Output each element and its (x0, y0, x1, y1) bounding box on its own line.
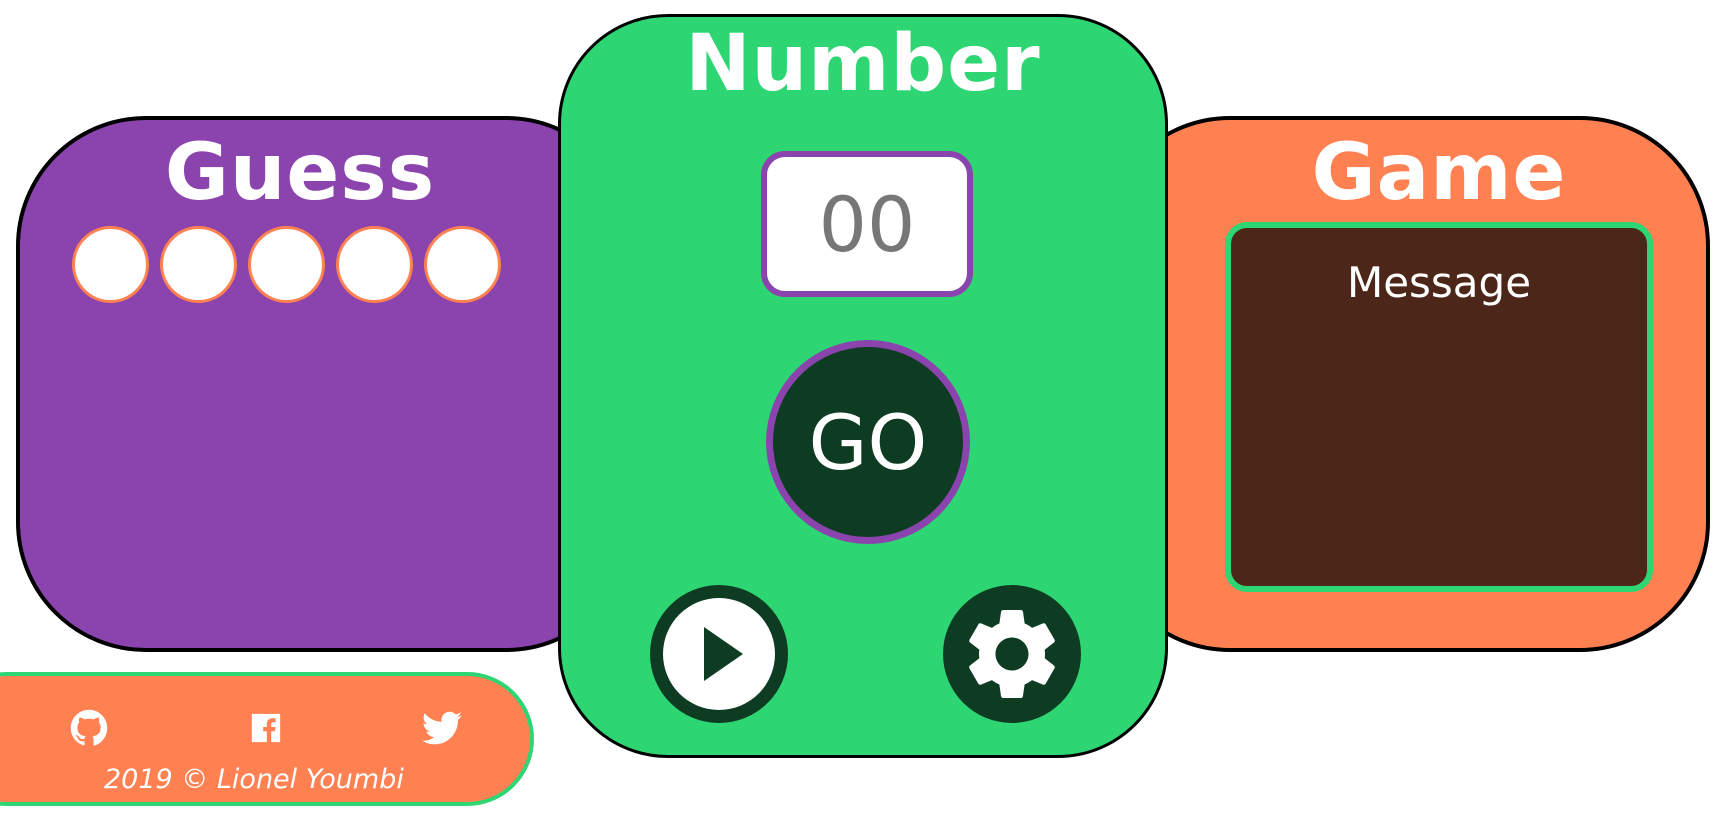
play-button[interactable] (650, 585, 788, 723)
life-indicator (72, 226, 149, 303)
guess-title: Guess (164, 128, 436, 218)
facebook-link[interactable] (244, 706, 288, 750)
message-text: Message (1346, 258, 1532, 307)
lives-row (72, 226, 501, 303)
guess-panel: Guess (16, 116, 636, 652)
message-box: Message (1225, 222, 1653, 592)
life-indicator (336, 226, 413, 303)
play-icon (663, 598, 775, 710)
twitter-link[interactable] (420, 706, 464, 750)
game-panel: Game Message (1100, 116, 1710, 652)
life-indicator (248, 226, 325, 303)
copyright-text: 2019 © Lionel Youmbi (104, 764, 404, 795)
github-icon (70, 709, 108, 746)
gear-icon (969, 610, 1055, 698)
game-stage: Guess Game Message Number GO (0, 0, 1726, 830)
twitter-icon (422, 711, 462, 745)
game-title: Game (1311, 128, 1567, 218)
footer: 2019 © Lionel Youmbi (0, 672, 534, 806)
github-link[interactable] (67, 706, 111, 750)
number-title: Number (685, 19, 1041, 109)
life-indicator (160, 226, 237, 303)
go-button[interactable]: GO (766, 340, 970, 544)
number-panel: Number GO (558, 14, 1168, 758)
facebook-icon (251, 713, 281, 743)
life-indicator (424, 226, 501, 303)
number-input[interactable] (761, 151, 973, 297)
settings-button[interactable] (943, 585, 1081, 723)
